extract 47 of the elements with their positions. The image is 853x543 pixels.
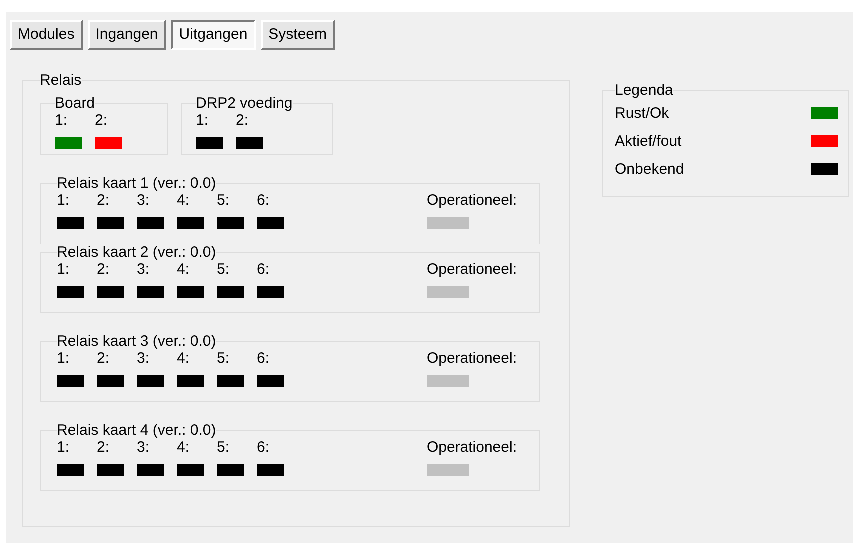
output-label: 4: bbox=[177, 261, 191, 278]
output-label: 2: bbox=[97, 350, 111, 367]
output-label: 6: bbox=[257, 192, 271, 209]
operational-label: Operationeel: bbox=[426, 192, 517, 209]
output-label: 4: bbox=[177, 192, 191, 209]
output-label: 2: bbox=[97, 192, 111, 209]
output-label: 2: bbox=[95, 112, 109, 129]
group-title: DRP2 voeding bbox=[196, 95, 293, 112]
group-title: Relais kaart 1 (ver.: 0.0) bbox=[57, 175, 216, 192]
legend-label: Aktief/fout bbox=[615, 132, 682, 150]
output-label: 6: bbox=[257, 350, 271, 367]
output-label: 5: bbox=[217, 350, 231, 367]
output-label: 5: bbox=[217, 261, 231, 278]
tab[interactable]: Systeem bbox=[260, 20, 336, 50]
tab[interactable]: Uitgangen bbox=[171, 20, 256, 50]
output-label: 2: bbox=[97, 261, 111, 278]
output-label: 3: bbox=[137, 350, 151, 367]
tab[interactable]: Modules bbox=[10, 20, 83, 50]
group-title: Relais bbox=[40, 72, 82, 89]
output-label: 2: bbox=[236, 112, 250, 129]
output-label: 1: bbox=[57, 261, 71, 278]
operational-label: Operationeel: bbox=[426, 350, 517, 367]
group-title: Relais kaart 3 (ver.: 0.0) bbox=[57, 333, 216, 350]
output-label: 2: bbox=[97, 439, 111, 456]
output-label: 4: bbox=[177, 439, 191, 456]
group-title: Relais kaart 2 (ver.: 0.0) bbox=[57, 244, 216, 261]
group-title: Board bbox=[55, 95, 96, 112]
output-label: 5: bbox=[217, 439, 231, 456]
tab[interactable]: Ingangen bbox=[88, 20, 166, 50]
output-label: 3: bbox=[137, 439, 151, 456]
output-label: 3: bbox=[137, 192, 151, 209]
output-label: 1: bbox=[57, 439, 71, 456]
output-label: 4: bbox=[177, 350, 191, 367]
output-label: 1: bbox=[196, 112, 210, 129]
output-label: 5: bbox=[217, 192, 231, 209]
output-label: 1: bbox=[57, 192, 71, 209]
output-label: 6: bbox=[257, 261, 271, 278]
legend-label: Rust/Ok bbox=[615, 104, 670, 122]
group-title: Relais kaart 4 (ver.: 0.0) bbox=[57, 422, 216, 439]
group-title: Legenda bbox=[615, 82, 674, 99]
output-label: 3: bbox=[137, 261, 151, 278]
output-label: 1: bbox=[57, 350, 71, 367]
output-label: 6: bbox=[257, 439, 271, 456]
operational-label: Operationeel: bbox=[426, 439, 517, 456]
operational-label: Operationeel: bbox=[426, 261, 517, 278]
legend-label: Onbekend bbox=[615, 160, 684, 178]
output-label: 1: bbox=[55, 112, 69, 129]
